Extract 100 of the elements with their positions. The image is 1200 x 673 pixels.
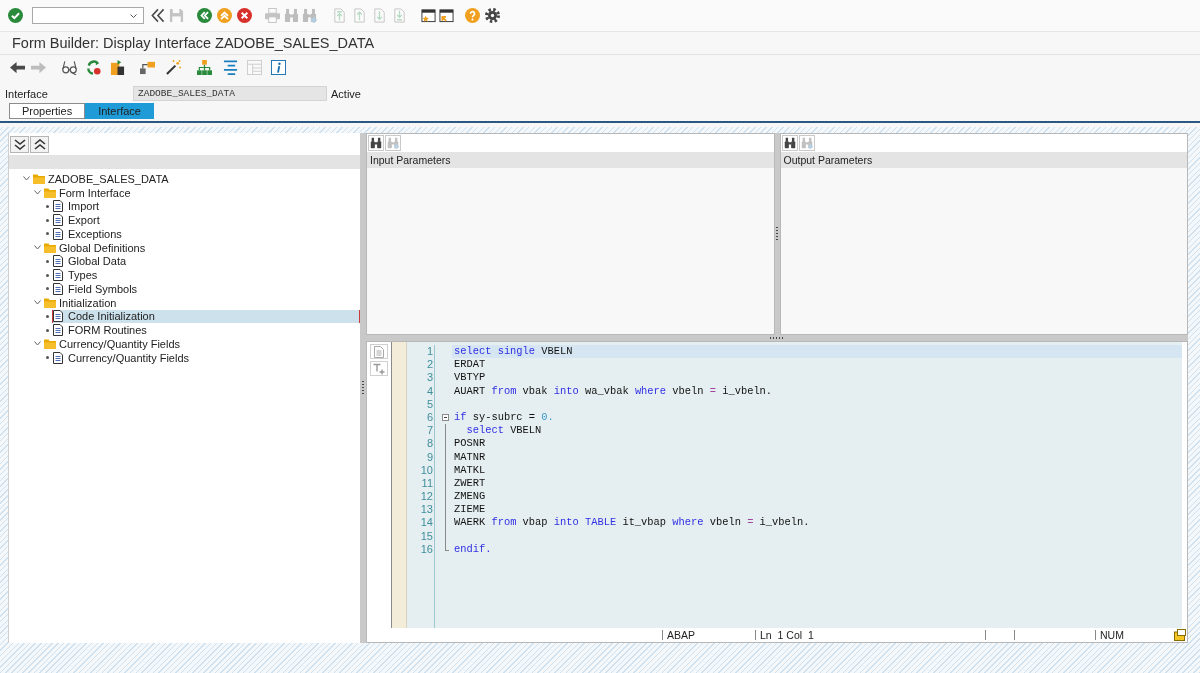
line-number: 10 [419,463,434,477]
code-line: ZMENG [454,490,486,504]
magic-wand-icon[interactable] [166,60,181,75]
document-icon [53,282,63,295]
expand-all-button[interactable] [10,135,29,153]
collapse-all-button[interactable] [30,135,49,153]
collapse-toggle-icon[interactable] [442,414,449,422]
org-chart-icon[interactable] [197,60,212,75]
bullet-icon [46,273,49,277]
document-icon [53,324,63,337]
gear-icon[interactable] [485,8,500,23]
tree-item[interactable]: Types [52,268,100,282]
folder-icon [44,242,56,253]
interface-name-field[interactable]: ZADOBE_SALES_DATA [133,86,327,101]
tree-item[interactable]: Code Initialization [52,309,360,324]
line-number: 5 [425,397,434,411]
info-icon[interactable] [271,60,286,75]
double-chevron-up-circle-icon[interactable] [217,8,232,23]
tab[interactable]: Interface [85,103,154,119]
documents-icon[interactable] [110,60,125,75]
tree-item[interactable]: Import [52,199,102,214]
binoculars-icon [783,137,796,149]
language-label: ABAP [667,629,695,641]
find-button[interactable] [781,135,798,151]
line-number: 3 [425,371,434,385]
code-line: VBTYP [454,371,486,385]
x-circle-icon[interactable] [237,8,252,23]
code-line: endif. [454,542,492,556]
status-text: Active [331,87,361,100]
line-number: 16 [419,542,434,556]
tree-item[interactable]: Initialization [44,295,119,310]
find-button[interactable] [368,135,384,151]
folder-icon [44,297,56,308]
splitter-handle[interactable] [774,133,780,335]
splitter-handle[interactable] [360,133,366,643]
tree-item[interactable]: ZADOBE_SALES_DATA [33,172,171,186]
tree-item[interactable]: Form Interface [44,185,133,200]
folder-icon [44,338,56,349]
bullet-icon [46,204,49,208]
column-header: Input Parameters [370,154,451,166]
note-icon[interactable] [1174,629,1186,641]
double-chevron-down-icon [13,138,26,150]
line-number: 4 [425,384,434,398]
tree-nodes-icon[interactable] [140,60,155,75]
document-icon [53,227,63,240]
arrow-left-icon[interactable] [10,60,25,75]
tree-item[interactable]: Currency/Quantity Fields [44,337,183,351]
document-icon [53,269,63,282]
splitter-handle[interactable] [366,335,1188,341]
editor-tool-button[interactable] [370,344,388,359]
help-icon[interactable] [465,8,480,23]
checkmark-icon[interactable] [8,8,23,23]
column-header: Output Parameters [783,154,873,166]
line-number: 14 [419,516,434,530]
line-number: 11 [420,476,434,491]
bullet-icon [46,314,49,318]
line-number: 13 [419,503,434,517]
cycle-arrows-icon[interactable] [86,60,101,75]
line-number: 1 [425,345,434,359]
folder-icon [33,173,45,184]
tree-item[interactable]: FORM Routines [52,323,149,337]
double-chevron-up-icon [33,138,46,150]
tab[interactable]: Properties [9,103,86,119]
caret-icon [130,13,137,18]
chevron-down-icon[interactable] [34,300,41,306]
binoculars-icon [370,137,382,149]
align-lines-icon[interactable] [223,60,238,75]
document-icon [53,351,63,364]
double-chevron-left-circle-icon[interactable] [197,8,212,23]
field-label: Interface [4,87,49,100]
chevron-down-icon[interactable] [34,245,41,251]
code-line: select VBELN [466,424,542,438]
bullet-icon [46,287,49,291]
glasses-icon[interactable] [62,60,77,75]
input-mode-label: NUM [1100,629,1124,641]
tree-item[interactable]: Global Data [52,254,129,269]
tree-item[interactable]: Exceptions [52,227,124,241]
command-field[interactable] [32,7,144,24]
code-line: POSNR [454,437,486,451]
double-chevron-left-icon[interactable] [150,8,165,23]
code-line: MATNR [454,450,486,464]
bullet-icon [46,328,49,332]
code-line: if sy-subrc = 0. [454,410,554,425]
code-line: ERDAT [454,358,486,372]
document-lines-icon [373,345,385,358]
chevron-down-icon[interactable] [23,176,30,182]
editor-tool-button[interactable] [370,361,388,376]
chevron-down-icon[interactable] [34,190,41,196]
document-icon [53,200,63,213]
bullet-icon [46,356,49,360]
bullet-icon [46,218,49,222]
binoculars-plus-icon [800,137,813,149]
tree-item[interactable]: Export [52,213,102,227]
line-number: 6 [425,410,434,425]
tree-item[interactable]: Global Definitions [44,240,148,255]
binoculars-plus-icon [387,137,399,149]
chevron-down-icon[interactable] [34,341,41,347]
tree-item[interactable]: Field Symbols [52,282,140,296]
cursor-position: Ln 1 Col 1 [760,629,814,641]
tree-item[interactable]: Currency/Quantity Fields [52,350,192,365]
